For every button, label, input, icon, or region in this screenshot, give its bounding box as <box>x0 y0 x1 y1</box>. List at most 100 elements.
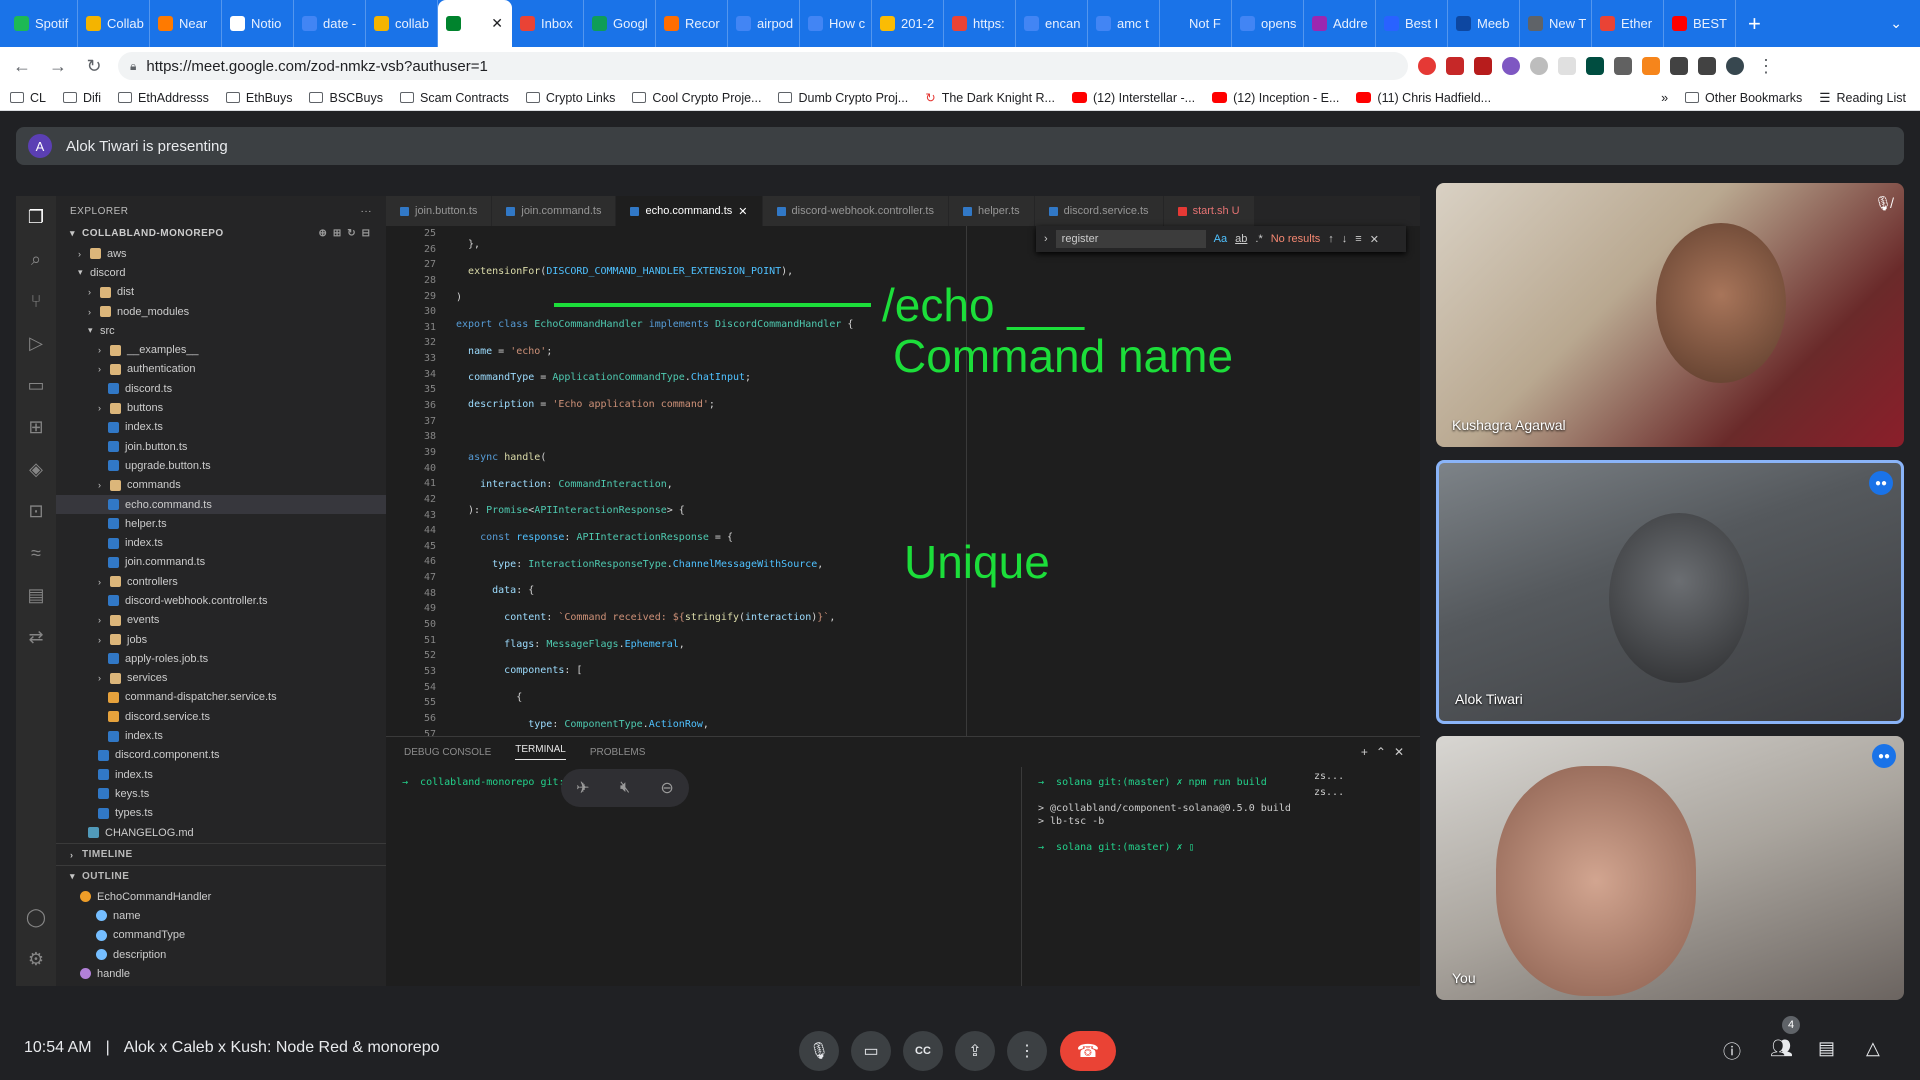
tab-favicon-icon <box>520 16 535 31</box>
browser-tab[interactable]: Collab <box>78 0 150 47</box>
browser-tab[interactable]: amc t <box>1088 0 1160 47</box>
browser-tab[interactable]: Not F <box>1160 0 1232 47</box>
tab-title: BEST <box>1693 16 1727 31</box>
media-icon[interactable] <box>1698 57 1716 75</box>
address-bar[interactable]: 🔒︎ https://meet.google.com/zod-nmkz-vsb?… <box>118 52 1408 80</box>
tab-title: Spotif <box>35 16 69 31</box>
other-bookmarks[interactable]: Other Bookmarks <box>1685 91 1802 105</box>
browser-tab[interactable]: Spotif <box>6 0 78 47</box>
tab-title: Notio <box>251 16 282 31</box>
participant-tile[interactable]: 🎙︎̸ Kushagra Agarwal <box>1436 183 1904 447</box>
reading-list-label: Reading List <box>1836 90 1907 105</box>
metamask-icon[interactable] <box>1642 57 1660 75</box>
browser-tab[interactable]: Addre <box>1304 0 1376 47</box>
calendar-extension-icon[interactable] <box>1446 57 1464 75</box>
forward-icon[interactable]: → <box>44 56 72 77</box>
end-call-button[interactable]: ☎ <box>1060 1031 1116 1071</box>
bookmark-item[interactable]: EthAddresss <box>118 91 209 105</box>
extension-icon[interactable] <box>1586 57 1604 75</box>
participant-video <box>1656 223 1786 383</box>
extension-icon[interactable] <box>1502 57 1520 75</box>
participant-tile[interactable]: ●● Alok Tiwari <box>1436 460 1904 724</box>
browser-tab[interactable]: Googl <box>584 0 656 47</box>
browser-tab[interactable]: BEST <box>1664 0 1736 47</box>
chat-icon[interactable]: ▤ <box>1818 1038 1835 1059</box>
bookmark-item[interactable]: (11) Chris Hadfield... <box>1356 91 1491 105</box>
browser-tab[interactable]: airpod <box>728 0 800 47</box>
annotation-unique: Unique <box>904 536 1050 588</box>
participant-tile[interactable]: ●● You <box>1436 736 1904 1000</box>
tab-favicon-icon <box>664 16 679 31</box>
reload-icon[interactable]: ↻ <box>80 56 108 77</box>
browser-tab[interactable]: encan <box>1016 0 1088 47</box>
bookmark-label: The Dark Knight R... <box>941 90 1055 105</box>
adblock-extension-icon[interactable] <box>1418 57 1436 75</box>
separator: | <box>105 1039 110 1056</box>
bookmark-item[interactable]: Difi <box>62 91 101 105</box>
browser-tab[interactable]: How c <box>800 0 872 47</box>
extension-icon[interactable] <box>1614 57 1632 75</box>
present-button[interactable]: ⇪ <box>955 1031 995 1071</box>
browser-tab[interactable]: date - <box>294 0 366 47</box>
puzzle-icon[interactable] <box>1670 57 1688 75</box>
browser-tab[interactable]: Meeb <box>1448 0 1520 47</box>
participant-video <box>1609 513 1749 683</box>
extension-icon[interactable] <box>1558 57 1576 75</box>
camera-button[interactable]: ▭ <box>851 1031 891 1071</box>
new-tab-button[interactable]: + <box>1748 11 1761 37</box>
browser-tab[interactable]: ✕ <box>438 0 512 47</box>
bookmark-item[interactable]: Crypto Links <box>525 91 615 105</box>
youtube-icon <box>1212 92 1228 103</box>
meeting-title: Alok x Caleb x Kush: Node Red & monorepo <box>123 1039 440 1056</box>
tab-favicon-icon <box>592 16 607 31</box>
tab-title: Near <box>179 16 208 31</box>
people-icon[interactable]: 👥︎ <box>1770 1038 1793 1059</box>
bookmark-item[interactable]: Dumb Crypto Proj... <box>778 91 908 105</box>
bookmark-item[interactable]: (12) Interstellar -... <box>1071 91 1195 105</box>
extension-icon[interactable] <box>1530 57 1548 75</box>
folder-icon <box>1685 92 1700 103</box>
browser-tab[interactable]: Best I <box>1376 0 1448 47</box>
browser-tab[interactable]: https: <box>944 0 1016 47</box>
captions-button[interactable]: CC <box>903 1031 943 1071</box>
bookmarks-overflow-icon[interactable]: » <box>1661 91 1668 105</box>
bookmark-item[interactable]: CL <box>10 91 46 105</box>
browser-tab[interactable]: Ether <box>1592 0 1664 47</box>
presenting-banner: A Alok Tiwari is presenting <box>16 127 1904 165</box>
bookmark-item[interactable]: Cool Crypto Proje... <box>632 91 761 105</box>
browser-tab[interactable]: Recor <box>656 0 728 47</box>
bookmark-item[interactable]: EthBuys <box>225 91 292 105</box>
tab-favicon-icon <box>1456 16 1471 31</box>
browser-tab[interactable]: collab <box>366 0 438 47</box>
activities-icon[interactable]: △ <box>1866 1038 1880 1059</box>
bookmark-item[interactable]: BSCBuys <box>309 91 383 105</box>
bookmark-label: CL <box>30 90 46 105</box>
microphone-button[interactable]: 🎙︎ <box>799 1031 839 1071</box>
browser-tab[interactable]: New T <box>1520 0 1592 47</box>
url-text[interactable]: https://meet.google.com/zod-nmkz-vsb?aut… <box>146 58 487 75</box>
browser-tab[interactable]: 201-2 <box>872 0 944 47</box>
close-icon[interactable]: ✕ <box>491 15 503 32</box>
extension-icon[interactable] <box>1474 57 1492 75</box>
tab-favicon-icon <box>1384 16 1399 31</box>
bookmark-item[interactable]: (12) Inception - E... <box>1212 91 1339 105</box>
bookmark-item[interactable]: ↻ The Dark Knight R... <box>925 90 1055 106</box>
info-icon[interactable]: ⓘ <box>1723 1038 1741 1064</box>
tab-title: New T <box>1549 16 1587 31</box>
more-options-button[interactable]: ⋮ <box>1007 1031 1047 1071</box>
bookmark-item[interactable]: Scam Contracts <box>399 91 509 105</box>
speaking-indicator-icon: ●● <box>1869 471 1893 495</box>
tab-favicon-icon <box>446 16 461 31</box>
browser-tab[interactable]: Near <box>150 0 222 47</box>
back-icon[interactable]: ← <box>8 56 36 77</box>
reading-list[interactable]: ☰ Reading List <box>1819 90 1907 106</box>
browser-tab[interactable]: Inbox <box>512 0 584 47</box>
tab-favicon-icon <box>952 16 967 31</box>
tab-favicon-icon <box>880 16 895 31</box>
kebab-menu-icon[interactable]: ⋮ <box>1752 56 1780 77</box>
profile-avatar[interactable] <box>1726 57 1744 75</box>
browser-tab[interactable]: Notio <box>222 0 294 47</box>
bookmark-label: Dumb Crypto Proj... <box>798 90 909 105</box>
tab-search-icon[interactable]: ⌄ <box>1890 15 1902 32</box>
browser-tab[interactable]: opens <box>1232 0 1304 47</box>
